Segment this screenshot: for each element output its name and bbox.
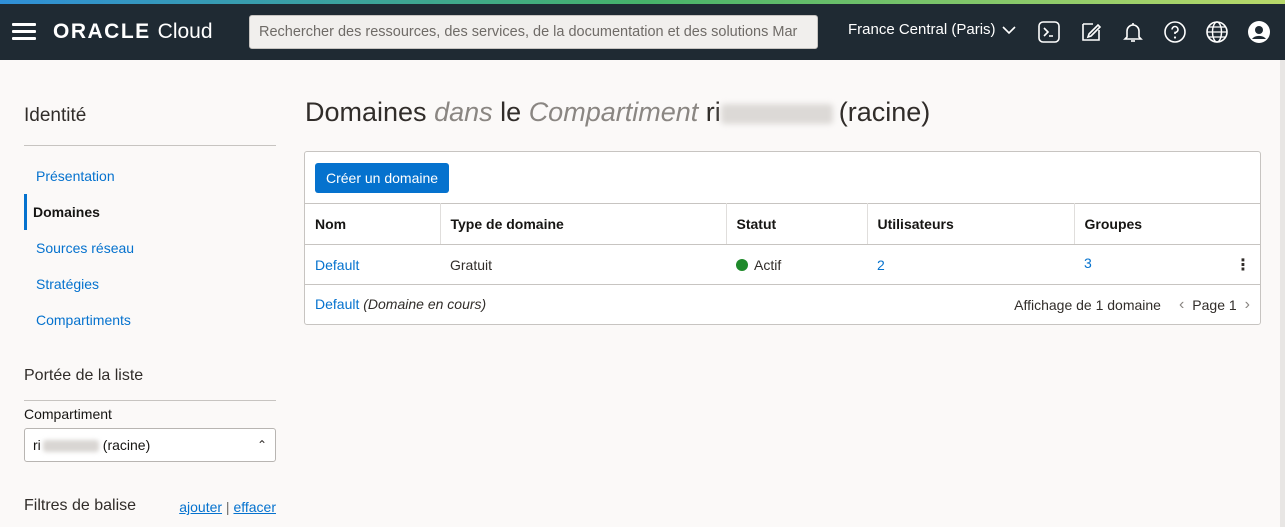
sidebar-nav: Présentation Domaines Sources réseau Str… — [24, 158, 276, 338]
scope-divider — [24, 400, 276, 401]
menu-icon[interactable] — [12, 23, 36, 41]
create-domain-button[interactable]: Créer un domaine — [315, 163, 450, 193]
logo-brand: ORACLE — [53, 20, 151, 43]
edit-icon[interactable] — [1079, 20, 1103, 44]
tag-separator: | — [225, 499, 230, 515]
logo-product: Cloud — [157, 20, 213, 43]
page-indicator: Page 1 — [1192, 297, 1237, 313]
current-domain-note: Default (Domaine en cours) — [315, 296, 486, 312]
search-input[interactable]: Rechercher des ressources, des services,… — [249, 15, 818, 49]
column-statut[interactable]: Statut — [726, 203, 868, 245]
title-compartment-prefix: ri — [705, 97, 721, 127]
next-page-icon[interactable]: › — [1245, 296, 1250, 314]
sidebar: Identité Présentation Domaines Sources r… — [0, 60, 290, 527]
pagination: Affichage de 1 domaine ‹ Page 1 › — [1014, 296, 1250, 314]
title-dans: dans — [434, 97, 493, 127]
select-chevron-icon: ⌃ — [256, 438, 267, 452]
domains-table: Nom Type de domaine Statut Utilisateurs … — [305, 203, 1260, 285]
sidebar-item-domaines[interactable]: Domaines — [24, 194, 276, 230]
redacted-compartment — [720, 103, 833, 124]
domain-type: Gratuit — [440, 244, 726, 285]
sidebar-item-sources-reseau[interactable]: Sources réseau — [24, 230, 276, 266]
sidebar-item-presentation[interactable]: Présentation — [24, 158, 276, 194]
compartment-label: Compartiment — [24, 406, 112, 422]
sidebar-title: Identité — [24, 105, 87, 126]
globe-icon[interactable] — [1205, 20, 1229, 44]
sidebar-item-compartiments[interactable]: Compartiments — [24, 302, 276, 338]
domains-card: Créer un domaine Nom Type de domaine Sta… — [304, 151, 1261, 325]
list-scope-title: Portée de la liste — [24, 367, 144, 384]
table-header-row: Nom Type de domaine Statut Utilisateurs … — [305, 203, 1260, 245]
sidebar-divider — [24, 145, 276, 146]
region-selector[interactable]: France Central (Paris) — [848, 21, 1016, 38]
title-domaines: Domaines — [305, 97, 427, 127]
compartment-select[interactable]: ri (racine) ⌃ — [24, 428, 276, 462]
top-header: ORACLE Cloud Rechercher des ressources, … — [0, 4, 1285, 60]
table-row: Default Gratuit Actif 2 3 ⋮ — [305, 244, 1260, 285]
users-count-link[interactable]: 2 — [877, 257, 885, 273]
sidebar-item-strategies[interactable]: Stratégies — [24, 266, 276, 302]
groups-count-link[interactable]: 3 — [1084, 255, 1092, 271]
title-compartiment: Compartiment — [528, 97, 699, 127]
column-type[interactable]: Type de domaine — [440, 203, 727, 245]
tag-filters-title: Filtres de balise — [24, 497, 137, 514]
redacted-name — [42, 440, 99, 453]
tag-add-link[interactable]: ajouter — [179, 499, 222, 515]
compartment-suffix: (racine) — [102, 437, 151, 453]
cloud-shell-icon[interactable] — [1037, 20, 1061, 44]
current-domain-link[interactable]: Default — [315, 296, 359, 312]
region-label: France Central (Paris) — [848, 21, 996, 38]
domain-status: Actif — [726, 244, 867, 285]
compartment-prefix: ri — [33, 437, 41, 453]
column-utilisateurs[interactable]: Utilisateurs — [867, 203, 1075, 245]
vertical-scrollbar[interactable] — [1280, 60, 1285, 527]
chevron-down-icon — [1001, 25, 1016, 34]
help-icon[interactable] — [1163, 20, 1187, 44]
column-groupes[interactable]: Groupes — [1074, 203, 1260, 245]
main-content: Domaines dans le Compartiment ri (racine)… — [290, 60, 1280, 527]
page-title: Domaines dans le Compartiment ri (racine) — [305, 97, 930, 128]
oracle-cloud-logo[interactable]: ORACLE Cloud — [53, 18, 213, 46]
status-active-icon — [736, 258, 748, 271]
bell-icon[interactable] — [1121, 20, 1145, 44]
result-count: Affichage de 1 domaine — [1014, 297, 1161, 313]
tag-filter-actions: ajouter | effacer — [179, 499, 276, 515]
domain-name-link[interactable]: Default — [315, 257, 359, 273]
row-actions-icon[interactable]: ⋮ — [1235, 255, 1251, 275]
prev-page-icon[interactable]: ‹ — [1179, 296, 1184, 314]
current-domain-label: (Domaine en cours) — [363, 296, 487, 312]
title-le: le — [500, 97, 522, 127]
title-racine: (racine) — [838, 97, 931, 127]
status-label: Actif — [754, 256, 782, 273]
column-nom[interactable]: Nom — [305, 203, 441, 245]
tag-clear-link[interactable]: effacer — [233, 499, 276, 515]
user-icon[interactable] — [1247, 20, 1271, 44]
